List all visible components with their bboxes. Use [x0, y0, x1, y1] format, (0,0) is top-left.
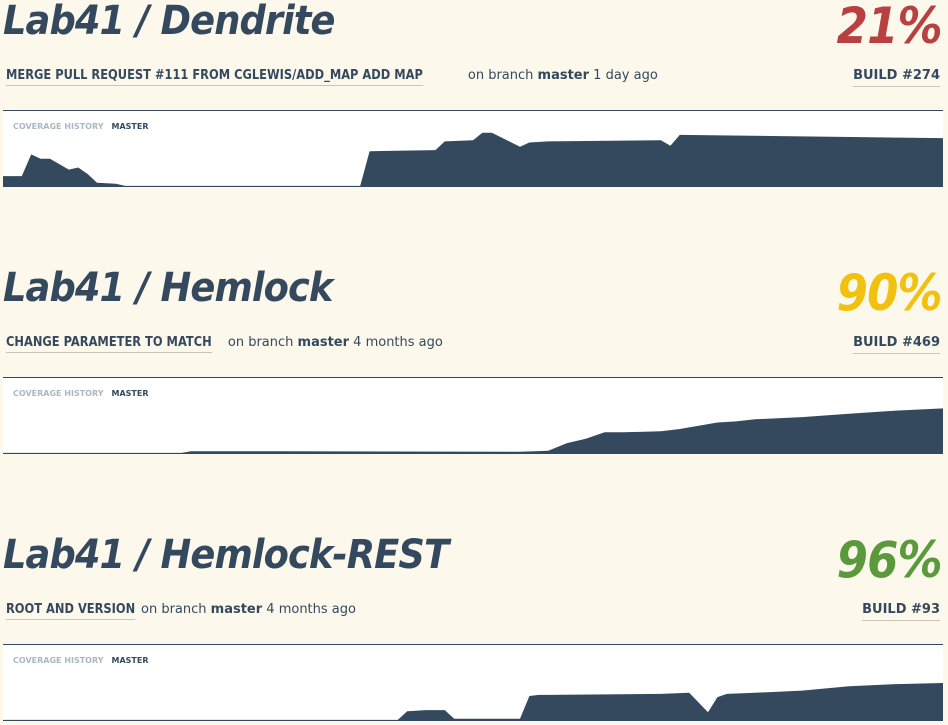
commit-time: 1 day ago [593, 68, 658, 83]
commit-line: ROOT AND VERSION on branch master 4 mont… [6, 602, 356, 620]
build-link[interactable]: BUILD #93 [862, 602, 940, 621]
branch-name: master [297, 335, 350, 350]
commit-time: 4 months ago [353, 335, 443, 350]
on-branch-text: on branch [467, 68, 534, 83]
coverage-percent: 21% [836, 0, 943, 55]
chart-tabs: COVERAGE HISTORY MASTER [13, 656, 149, 665]
tab-coverage-history[interactable]: COVERAGE HISTORY [13, 656, 104, 665]
build-link[interactable]: BUILD #469 [853, 335, 940, 354]
repo-title[interactable]: Lab41 / Dendrite [3, 0, 335, 44]
chart-tabs: COVERAGE HISTORY MASTER [13, 122, 149, 131]
on-branch-text: on branch [141, 602, 207, 617]
coverage-chart: COVERAGE HISTORY MASTER [3, 377, 943, 454]
tab-master[interactable]: MASTER [112, 656, 149, 665]
on-branch-text: on branch [227, 335, 294, 350]
coverage-percent: 90% [836, 264, 943, 322]
coverage-chart: COVERAGE HISTORY MASTER [3, 644, 943, 721]
coverage-area [3, 132, 943, 187]
commit-link[interactable]: ROOT AND VERSION [6, 602, 136, 620]
tab-master[interactable]: MASTER [112, 389, 149, 398]
coverage-area [3, 408, 943, 454]
coverage-area [3, 683, 943, 721]
build-link[interactable]: BUILD #274 [853, 68, 940, 87]
coverage-chart: COVERAGE HISTORY MASTER [3, 110, 943, 187]
repo-title[interactable]: Lab41 / Hemlock [3, 265, 333, 311]
branch-meta: on branch master 4 months ago [141, 602, 356, 617]
repo-title[interactable]: Lab41 / Hemlock-REST [3, 532, 449, 578]
tab-master[interactable]: MASTER [112, 122, 149, 131]
chart-tabs: COVERAGE HISTORY MASTER [13, 389, 149, 398]
commit-time: 4 months ago [266, 602, 356, 617]
coverage-percent: 96% [836, 531, 943, 589]
branch-name: master [210, 602, 263, 617]
commit-link[interactable]: MERGE PULL REQUEST #111 FROM CGLEWIS/ADD… [6, 68, 423, 86]
branch-meta: on branch master 4 months ago [228, 335, 443, 350]
branch-name: master [537, 68, 590, 83]
commit-line: MERGE PULL REQUEST #111 FROM CGLEWIS/ADD… [6, 68, 658, 86]
commit-link[interactable]: CHANGE PARAMETER TO MATCH [6, 335, 212, 353]
branch-meta: on branch master 1 day ago [468, 68, 658, 83]
tab-coverage-history[interactable]: COVERAGE HISTORY [13, 122, 104, 131]
commit-line: CHANGE PARAMETER TO MATCH on branch mast… [6, 335, 443, 353]
tab-coverage-history[interactable]: COVERAGE HISTORY [13, 389, 104, 398]
